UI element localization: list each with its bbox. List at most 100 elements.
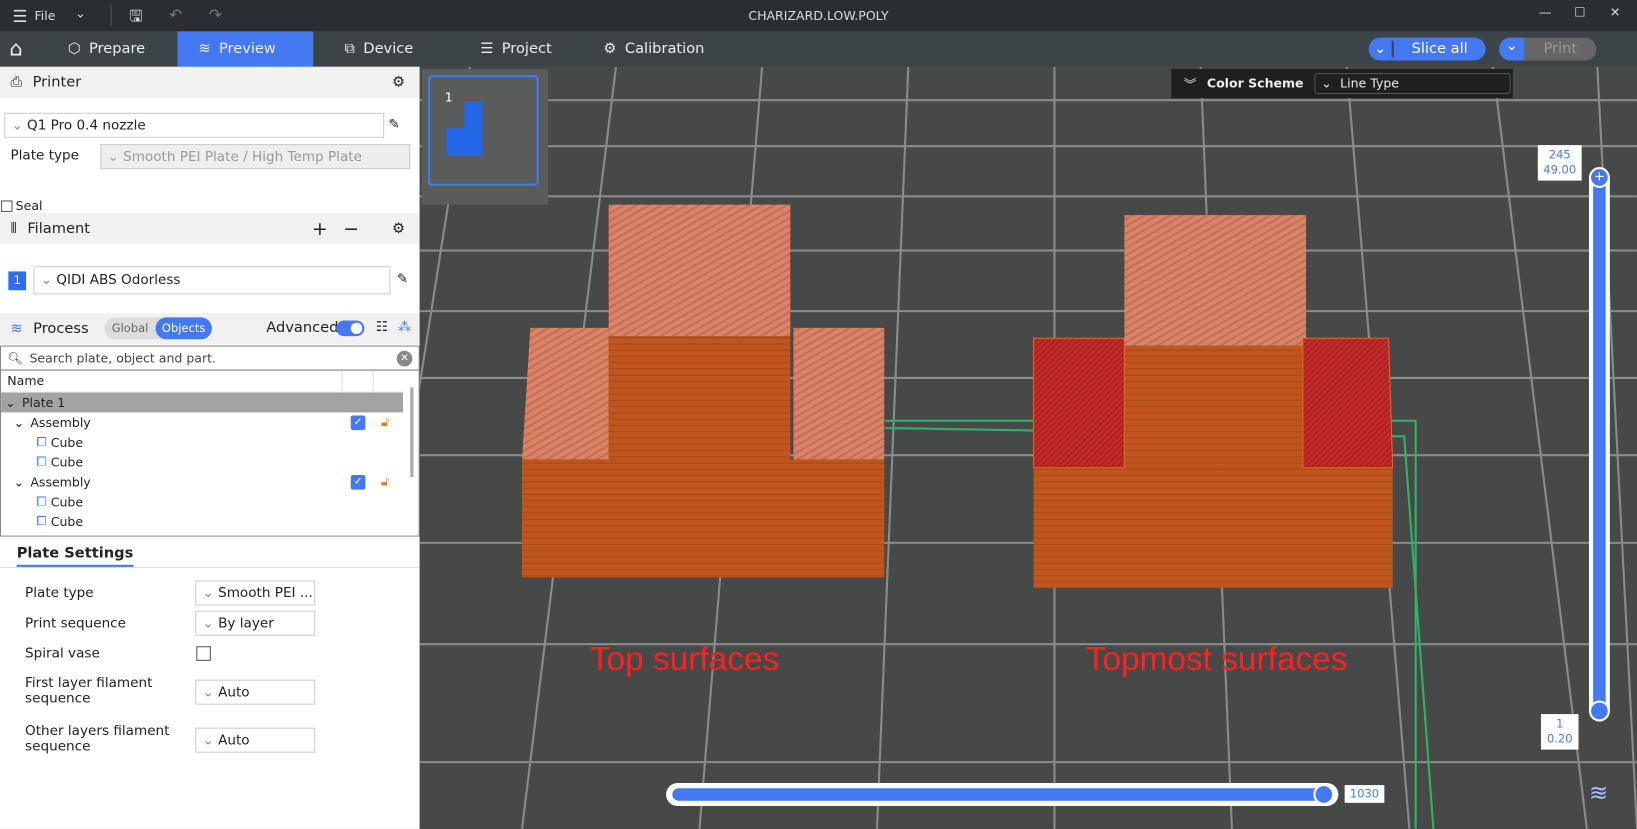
gear-icon[interactable]: ⚙ [392,74,405,91]
tab-calibration[interactable]: ⚙ Calibration [583,31,729,66]
annotation-topmost-surfaces: Topmost surfaces [1086,641,1348,678]
filament-index-badge[interactable]: 1 [8,271,27,291]
filament-name: QIDI ABS Odorless [56,272,181,289]
cube-icon: ▟ [446,102,483,156]
color-scheme-select[interactable]: ⌄ Line Type [1313,73,1511,94]
tree-row-part[interactable]: ⧠ Cube [1,512,403,532]
cube-icon: ⬡ [67,40,81,58]
plate-type-label: Plate type [25,585,94,602]
section-title: Filament [27,220,90,237]
clear-search-icon[interactable]: ✕ [396,350,413,366]
tree-row-assembly[interactable]: ⌄ Assembly ✓ 🔓︎ [1,472,403,492]
search-input[interactable]: 🔍︎ Search plate, object and part. ✕ [0,345,420,371]
spiral-vase-checkbox[interactable] [196,646,211,661]
printer-preset-value: Q1 Pro 0.4 nozzle [27,117,146,134]
tree-row-assembly[interactable]: ⌄ Assembly ✓ 🔓︎ [1,412,403,432]
tab-label: Calibration [624,40,705,58]
part-label: Cube [50,494,84,509]
layer-slider[interactable]: + [1588,167,1610,722]
tree-scrollbar[interactable] [410,387,414,478]
assembly-label: Assembly [30,474,91,490]
chevron-down-icon[interactable]: ⌄ [1499,37,1525,61]
tab-device[interactable]: ⧉ Device [324,31,449,66]
section-title: Process [33,320,89,338]
print-label: Print [1543,40,1578,58]
part-icon: ⧠ [36,513,47,529]
layer-top-label: 245 49.00 [1537,145,1582,181]
plate-type-value: Smooth PEI ... [218,585,313,601]
layer-top-height: 49.00 [1543,162,1577,177]
search-placeholder: Search plate, object and part. [29,350,217,366]
column-name: Name [7,373,45,389]
filament-icon: ⦀ [10,220,17,237]
other-layers-sequence-value: Auto [218,732,250,749]
tab-project[interactable]: ☰ Project [459,31,584,66]
part-icon: ⧠ [36,493,47,509]
layer-bottom-label: 1 0.20 [1540,714,1579,750]
close-button[interactable]: ✕ [1610,5,1621,20]
add-filament-button[interactable]: + [312,218,328,240]
move-slider[interactable] [666,783,1339,806]
print-button[interactable]: ⌄ Print [1499,37,1597,61]
home-icon[interactable]: ⌂ [9,35,22,60]
print-sequence-select[interactable]: ⌄ By layer [195,610,316,636]
plate-thumbnail[interactable]: 1 ▟ [428,75,539,186]
unlock-icon[interactable]: 🔓︎ [381,414,389,430]
tab-plate-settings[interactable]: Plate Settings [16,545,134,567]
unlock-icon[interactable]: 🔓︎ [381,474,389,490]
list-view-icon[interactable]: ☷ [376,319,388,335]
collapse-icon[interactable]: ︾ [1184,75,1197,93]
minimize-button[interactable]: — [1539,5,1552,20]
plate-type-select[interactable]: ⌄ Smooth PEI Plate / High Temp Plate [100,144,411,170]
plate-settings-tabs: Plate Settings [0,538,420,568]
first-layer-sequence-select[interactable]: ⌄ Auto [195,679,316,705]
device-icon: ⧉ [344,40,355,58]
edit-icon[interactable]: ✎ [388,117,399,133]
remove-filament-button[interactable]: − [343,218,359,240]
checkbox[interactable]: ✓ [350,414,366,430]
advanced-label: Advanced [266,319,339,337]
plate-label: Plate 1 [21,395,66,410]
color-scheme-panel: ︾ Color Scheme ⌄ Line Type [1171,68,1513,99]
tree-row-part[interactable]: ⧠ Cube [1,432,403,452]
layer-slider-bottom-handle[interactable] [1588,700,1610,722]
calibration-icon: ⚙ [603,40,617,58]
layers-icon[interactable]: ≋ [1589,781,1608,807]
edit-icon[interactable]: ✎ [397,271,408,287]
tab-prepare[interactable]: ⬡ Prepare [47,31,176,66]
3d-viewport[interactable]: Top surfaces Topmost surfaces 1 ▟ ︾ Colo… [419,66,1637,829]
main-tabs: ⌂ ⬡ Prepare ≋ Preview ⧉ Device ☰ Project ⚙ Ca… [0,31,1637,67]
objects-option[interactable]: Objects [155,317,212,340]
tree-row-part[interactable]: ⧠ Cube [1,492,403,512]
layer-bottom-number: 1 [1556,717,1564,731]
layer-slider-top-handle[interactable]: + [1588,167,1610,188]
advanced-toggle[interactable] [336,320,365,337]
object-settings-icon[interactable]: ⁂ [398,319,412,335]
gear-icon[interactable]: ⚙ [392,220,405,237]
slice-label: Slice all [1411,40,1468,58]
seal-checkbox[interactable]: Seal [1,198,42,213]
other-layers-sequence-select[interactable]: ⌄ Auto [195,727,316,753]
search-icon: 🔍︎ [7,350,24,366]
title-bar: ☰ File ⌄ 🖫 ↶ ↷ CHARIZARD.LOW.POLY — ☐ ✕ [0,0,1637,32]
assembly-label: Assembly [30,414,91,430]
tree-row-plate[interactable]: ⌄ Plate 1 [1,392,403,413]
global-option[interactable]: Global [104,317,155,339]
plate-type-select[interactable]: ⌄ Smooth PEI ... [195,580,316,606]
filament-select[interactable]: ⌄ QIDI ABS Odorless [33,266,391,295]
slice-all-button[interactable]: ⌄ Slice all [1368,37,1486,61]
tree-row-part[interactable]: ⧠ Cube [1,452,403,472]
chevron-down-icon[interactable]: ⌄ [1369,40,1394,58]
section-title: Printer [32,74,82,91]
maximize-button[interactable]: ☐ [1574,5,1585,20]
object-tree: Name ⌄ Plate 1 ⌄ Assembly ✓ 🔓︎ ⧠ Cube ⧠ Cube ⌄… [0,369,420,537]
first-layer-sequence-label: First layer filament sequence [25,675,153,707]
move-value-label: 1030 [1344,785,1385,803]
tab-preview[interactable]: ≋ Preview [177,31,314,67]
plate-thumbnail-panel: 1 ▟ [421,68,549,205]
move-slider-handle[interactable] [1313,784,1335,805]
printer-preset-select[interactable]: ⌄ Q1 Pro 0.4 nozzle [4,112,385,138]
checkbox[interactable]: ✓ [350,474,366,490]
tree-header: Name [1,370,403,393]
object-right [1033,215,1394,588]
